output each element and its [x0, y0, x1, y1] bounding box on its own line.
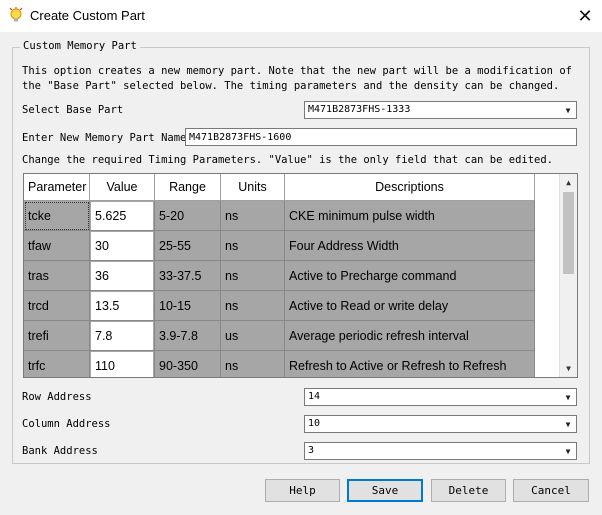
- table-body: tcke 5.625 5-20 ns CKE minimum pulse wid…: [24, 201, 560, 377]
- delete-button[interactable]: Delete: [431, 479, 506, 502]
- bank-address-value: 3: [308, 445, 315, 456]
- value-cell[interactable]: 36: [90, 261, 155, 291]
- scroll-down-icon[interactable]: ▼: [560, 360, 577, 377]
- param-cell[interactable]: trefi: [24, 321, 90, 351]
- bank-address-label: Bank Address: [22, 445, 98, 457]
- table-scrollbar[interactable]: ▲ ▼: [559, 174, 577, 377]
- chevron-down-icon[interactable]: ▼: [560, 102, 576, 118]
- table-header: Parameter Value Range Units Descriptions: [24, 174, 535, 201]
- units-cell: us: [221, 321, 285, 351]
- value-edit-field[interactable]: 110: [91, 351, 153, 377]
- value-cell[interactable]: 5.625: [90, 201, 155, 231]
- column-address-label: Column Address: [22, 418, 111, 430]
- row-address-label: Row Address: [22, 391, 92, 403]
- description-cell: Four Address Width: [285, 231, 535, 261]
- table-row[interactable]: tras 36 33-37.5 ns Active to Precharge c…: [24, 261, 560, 291]
- param-cell[interactable]: trcd: [24, 291, 90, 321]
- units-cell: ns: [221, 261, 285, 291]
- scroll-thumb[interactable]: [563, 192, 574, 274]
- description-text: This option creates a new memory part. N…: [22, 65, 572, 92]
- help-button[interactable]: Help: [265, 479, 340, 502]
- header-value[interactable]: Value: [90, 174, 155, 201]
- value-edit-field[interactable]: 7.8: [91, 321, 153, 350]
- param-cell[interactable]: trfc: [24, 351, 90, 377]
- description-cell: CKE minimum pulse width: [285, 201, 535, 231]
- base-part-select[interactable]: M471B2873FHS-1333 ▼: [304, 101, 577, 119]
- header-units[interactable]: Units: [221, 174, 285, 201]
- units-cell: ns: [221, 291, 285, 321]
- range-cell: 90-350: [155, 351, 221, 377]
- table-row[interactable]: tcke 5.625 5-20 ns CKE minimum pulse wid…: [24, 201, 560, 231]
- range-cell: 3.9-7.8: [155, 321, 221, 351]
- chevron-down-icon[interactable]: ▼: [560, 416, 576, 432]
- units-cell: ns: [221, 231, 285, 261]
- value-edit-field[interactable]: 13.5: [91, 291, 153, 320]
- base-part-value: M471B2873FHS-1333: [308, 104, 411, 115]
- table-row[interactable]: tfaw 30 25-55 ns Four Address Width: [24, 231, 560, 261]
- description-cell: Active to Precharge command: [285, 261, 535, 291]
- header-range[interactable]: Range: [155, 174, 221, 201]
- chevron-down-icon[interactable]: ▼: [560, 389, 576, 405]
- value-cell[interactable]: 110: [90, 351, 155, 377]
- row-address-value: 14: [308, 391, 321, 402]
- param-cell[interactable]: tras: [24, 261, 90, 291]
- table-row[interactable]: trcd 13.5 10-15 ns Active to Read or wri…: [24, 291, 560, 321]
- range-cell: 5-20: [155, 201, 221, 231]
- range-cell: 33-37.5: [155, 261, 221, 291]
- range-cell: 10-15: [155, 291, 221, 321]
- lightbulb-icon: [9, 7, 23, 22]
- bank-address-select[interactable]: 3 ▼: [304, 442, 577, 460]
- chevron-down-icon[interactable]: ▼: [560, 443, 576, 459]
- close-button[interactable]: ✕: [568, 0, 602, 32]
- close-icon: ✕: [577, 5, 593, 26]
- group-legend: Custom Memory Part: [20, 40, 140, 52]
- value-edit-field[interactable]: 30: [91, 231, 153, 260]
- timing-parameters-table: Parameter Value Range Units Descriptions…: [23, 173, 578, 378]
- value-cell[interactable]: 7.8: [90, 321, 155, 351]
- header-descriptions[interactable]: Descriptions: [285, 174, 535, 201]
- description-cell: Active to Read or write delay: [285, 291, 535, 321]
- window-title: Create Custom Part: [30, 8, 145, 23]
- column-address-select[interactable]: 10 ▼: [304, 415, 577, 433]
- timing-note: Change the required Timing Parameters. "…: [22, 154, 554, 166]
- scroll-up-icon[interactable]: ▲: [560, 174, 577, 191]
- units-cell: ns: [221, 201, 285, 231]
- column-address-value: 10: [308, 418, 321, 429]
- table-row[interactable]: trfc 110 90-350 ns Refresh to Active or …: [24, 351, 560, 377]
- value-edit-field[interactable]: 5.625: [91, 201, 153, 230]
- value-edit-field[interactable]: 36: [91, 261, 153, 290]
- range-cell: 25-55: [155, 231, 221, 261]
- new-part-name-input[interactable]: [185, 128, 577, 146]
- new-name-label: Enter New Memory Part Name: [22, 132, 187, 144]
- value-cell[interactable]: 13.5: [90, 291, 155, 321]
- description-cell: Average periodic refresh interval: [285, 321, 535, 351]
- save-button[interactable]: Save: [347, 479, 423, 502]
- row-address-select[interactable]: 14 ▼: [304, 388, 577, 406]
- title-bar: Create Custom Part ✕: [0, 0, 602, 32]
- value-cell[interactable]: 30: [90, 231, 155, 261]
- cancel-button[interactable]: Cancel: [513, 479, 589, 502]
- param-cell[interactable]: tfaw: [24, 231, 90, 261]
- units-cell: ns: [221, 351, 285, 377]
- description-cell: Refresh to Active or Refresh to Refresh: [285, 351, 535, 377]
- base-part-label: Select Base Part: [22, 104, 124, 116]
- header-parameter[interactable]: Parameter: [24, 174, 90, 201]
- table-row[interactable]: trefi 7.8 3.9-7.8 us Average periodic re…: [24, 321, 560, 351]
- param-cell[interactable]: tcke: [24, 201, 90, 231]
